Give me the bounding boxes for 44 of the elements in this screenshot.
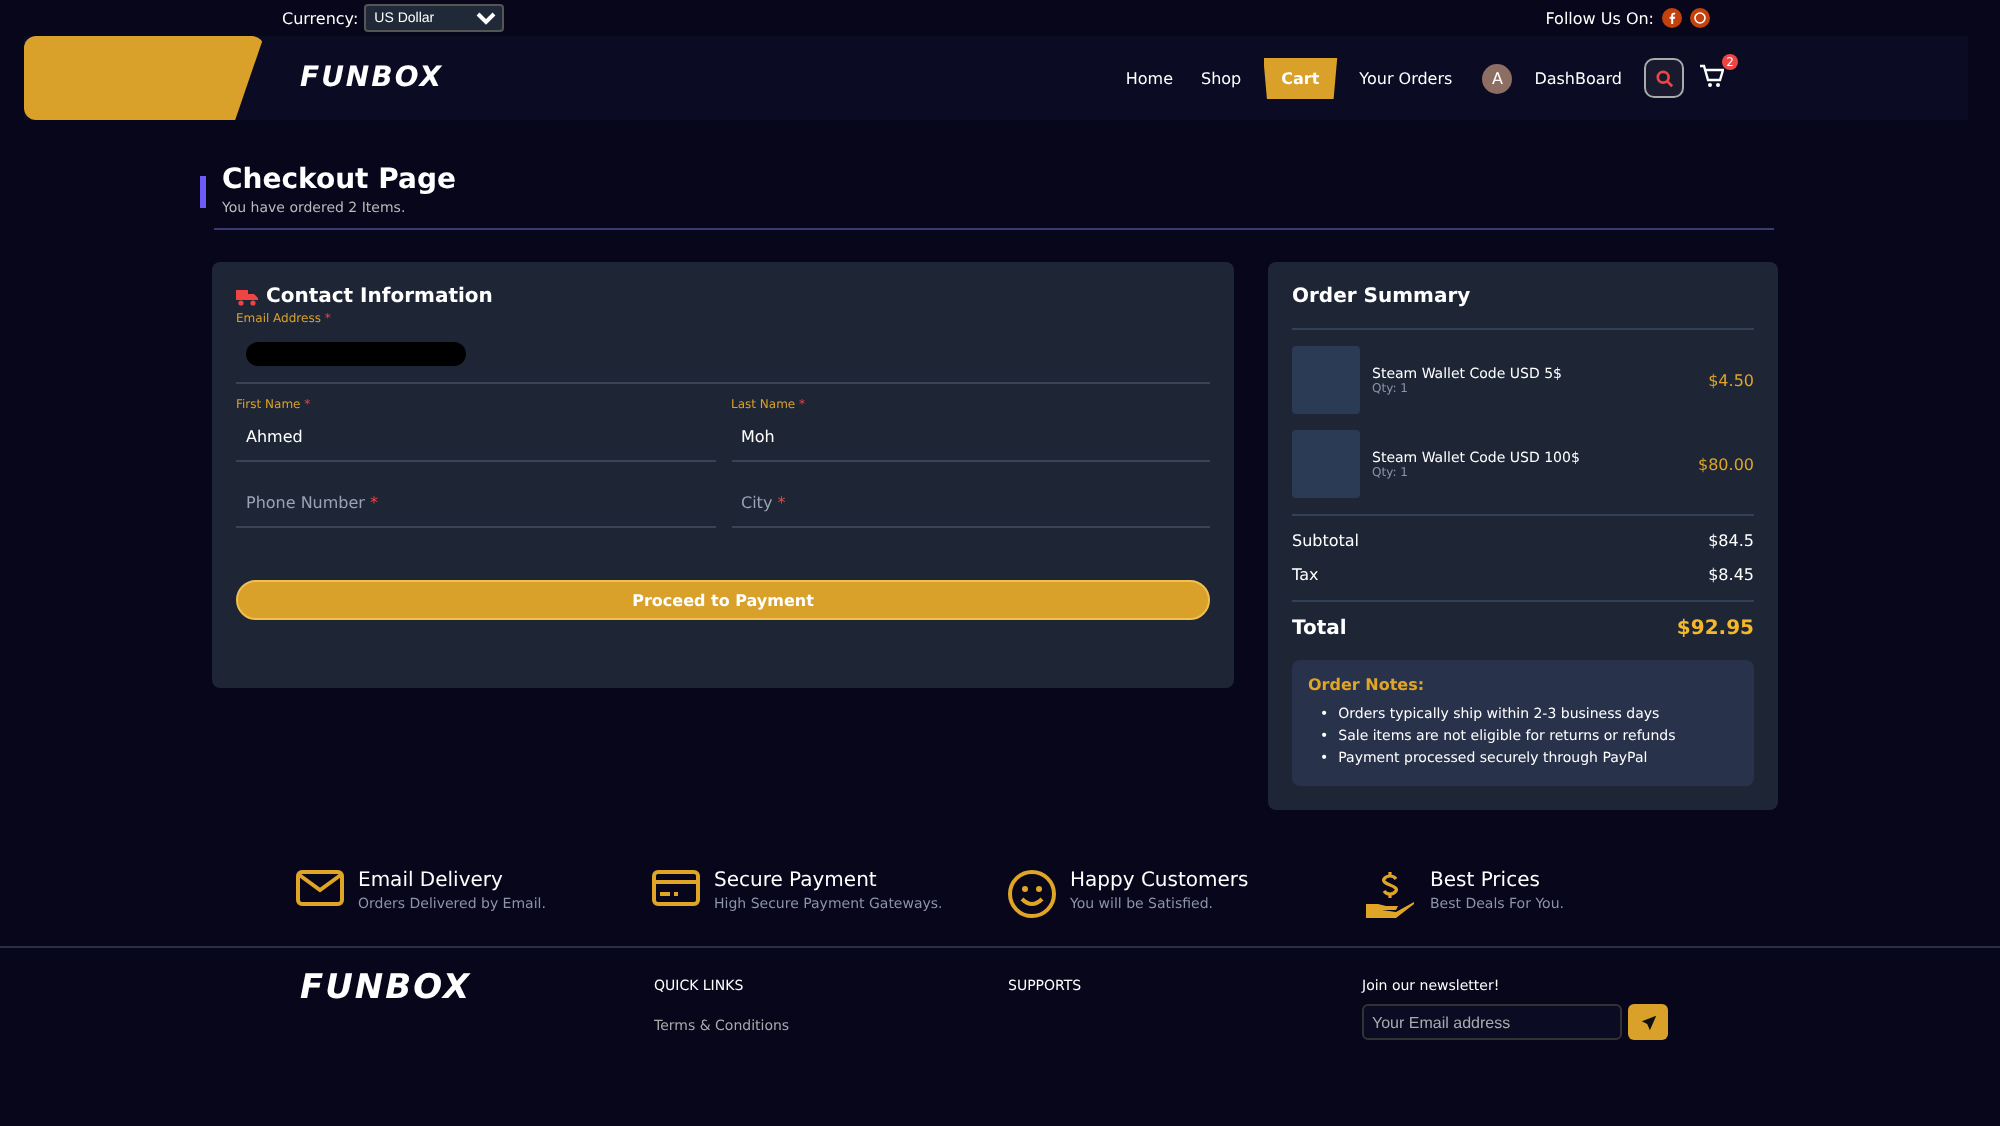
feature-title: Best Prices (1430, 870, 1542, 892)
page-title: Checkout Page (222, 164, 456, 196)
nav-link[interactable]: Shop (1194, 59, 1248, 97)
follow-label: Follow Us On: (1545, 9, 1654, 27)
product-thumbnail (1292, 430, 1360, 498)
cart-icon[interactable] (1700, 64, 1724, 88)
input-field[interactable]: Phone Number * (236, 478, 715, 528)
credit-card-icon (652, 870, 700, 906)
dollar-hand-icon (1364, 870, 1416, 918)
feature-title: Happy Customers (1070, 870, 1249, 892)
footer-logo[interactable]: FUNBOX (300, 968, 472, 1008)
nav-link[interactable]: Home (1119, 59, 1179, 97)
truck-icon (236, 288, 258, 306)
input-field[interactable]: Ahmed (236, 412, 715, 462)
chat-icon[interactable] (1690, 8, 1710, 28)
product-price: $80.00 (1698, 455, 1754, 473)
send-button[interactable] (1628, 1004, 1668, 1040)
section-title: Contact Information (266, 286, 493, 308)
feature-title: Email Delivery (358, 870, 505, 892)
product-thumbnail (1292, 346, 1360, 414)
avatar[interactable]: A (1482, 63, 1513, 93)
send-icon (1639, 1013, 1657, 1031)
nav-link[interactable]: Your Orders (1353, 59, 1459, 97)
section-title: Order Summary (1292, 286, 1473, 308)
smiley-icon (1008, 870, 1056, 918)
total-value: $92.95 (1676, 618, 1754, 640)
product-price: $4.50 (1708, 371, 1754, 389)
newsletter-email-field[interactable]: Your Email address (1362, 1004, 1622, 1040)
subtotal-value: $84.5 (1708, 532, 1754, 550)
funbox-logo[interactable]: FUNBOX (300, 62, 444, 94)
envelope-icon (296, 870, 344, 906)
total-label: Total (1292, 618, 1347, 640)
input-field[interactable]: Moh (731, 412, 1210, 462)
subtotal-label: Subtotal (1292, 532, 1360, 550)
dashboard-link[interactable]: DashBoard (1528, 59, 1628, 97)
notes-title: Order Notes: (1308, 676, 1427, 694)
facebook-icon[interactable] (1662, 8, 1682, 28)
tax-value: $8.45 (1708, 566, 1754, 584)
currency-label: Currency: (282, 9, 359, 27)
input-field[interactable]: City * (731, 478, 1210, 528)
search-button[interactable] (1644, 58, 1684, 98)
feature-title: Secure Payment (714, 870, 879, 892)
tax-label: Tax (1292, 566, 1319, 584)
search-icon (1655, 69, 1673, 87)
